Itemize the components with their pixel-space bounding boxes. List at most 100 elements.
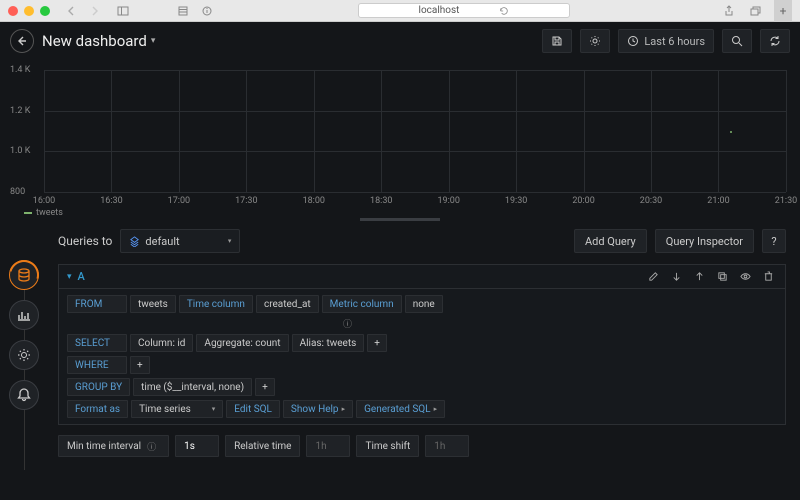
- format-value: Time series: [139, 404, 191, 415]
- kw-from: FROM: [67, 295, 127, 313]
- save-dashboard-button[interactable]: [542, 29, 572, 53]
- query-rows: FROM tweets Time column created_at Metri…: [59, 289, 785, 424]
- chevron-down-icon: ▾: [228, 237, 232, 245]
- refresh-button[interactable]: [760, 29, 790, 53]
- row-format: Format as Time series ▾ Edit SQL Show He…: [59, 398, 785, 420]
- query-footer: Min time interval ⓘ 1s Relative time 1h …: [58, 435, 786, 457]
- show-help-button[interactable]: Show Help▸: [283, 400, 353, 418]
- back-button[interactable]: [10, 29, 34, 53]
- address-bar[interactable]: localhost: [222, 3, 706, 18]
- sidebar-toggle-icon[interactable]: [114, 5, 132, 17]
- rail-visualization-button[interactable]: [9, 300, 39, 330]
- query-header: ▾ A: [59, 265, 785, 289]
- queries-header: Queries to default ▾ Add Query Query Ins…: [58, 226, 786, 256]
- format-select[interactable]: Time series ▾: [131, 400, 223, 418]
- datasource-name: default: [145, 235, 179, 248]
- select-column[interactable]: Column: id: [130, 334, 193, 352]
- groupby-expr[interactable]: time ($__interval, none): [133, 378, 252, 396]
- privacy-report-icon[interactable]: [198, 5, 216, 17]
- select-aggregate[interactable]: Aggregate: count: [196, 334, 288, 352]
- ytick: 1.4 K: [10, 65, 30, 75]
- chevron-down-icon: ▾: [212, 405, 216, 413]
- info-icon[interactable]: ⓘ: [343, 320, 352, 330]
- xtick: 21:00: [707, 196, 729, 206]
- queries-to-label: Queries to: [58, 234, 112, 248]
- nav-back-button[interactable]: [62, 5, 80, 17]
- timerange-button[interactable]: Last 6 hours: [618, 29, 714, 53]
- reader-icon[interactable]: [174, 5, 192, 17]
- row-groupby: GROUP BY time ($__interval, none) +: [59, 376, 785, 398]
- relative-time-input[interactable]: 1h: [306, 435, 350, 457]
- time-column-value[interactable]: created_at: [256, 295, 319, 313]
- edit-icon[interactable]: [645, 267, 662, 286]
- close-window-icon[interactable]: [8, 6, 18, 16]
- xtick: 19:00: [437, 196, 459, 206]
- query-block: ▾ A FROM tweets Time column created_: [58, 264, 786, 425]
- time-shift-label: Time shift: [356, 435, 419, 457]
- browser-chrome: localhost +: [0, 0, 800, 22]
- metric-column-kw: Metric column: [322, 295, 402, 313]
- min-interval-value[interactable]: 1s: [175, 435, 219, 457]
- nav-fwd-button[interactable]: [86, 5, 104, 17]
- relative-time-label: Relative time: [225, 435, 300, 457]
- reload-icon[interactable]: [499, 6, 509, 16]
- traffic-lights: [8, 6, 50, 16]
- xtick: 20:30: [640, 196, 662, 206]
- zoom-window-icon[interactable]: [40, 6, 50, 16]
- metric-column-value[interactable]: none: [405, 295, 443, 313]
- groupby-add-button[interactable]: +: [255, 378, 275, 396]
- queries-help-button[interactable]: ?: [762, 229, 786, 253]
- row-select: SELECT Column: id Aggregate: count Alias…: [59, 332, 785, 354]
- legend-swatch: [24, 212, 32, 214]
- chart-plot-area[interactable]: 1.4 K 1.2 K 1.0 K 800 16:00 16:30 17:00 …: [44, 70, 786, 192]
- zoom-out-button[interactable]: [722, 29, 752, 53]
- where-add-button[interactable]: +: [130, 356, 150, 374]
- query-inspector-button[interactable]: Query Inspector: [655, 229, 754, 253]
- ytick: 800: [10, 187, 25, 197]
- editor-rail: [0, 222, 48, 500]
- rail-queries-button[interactable]: [9, 260, 39, 290]
- datasource-select[interactable]: default ▾: [120, 229, 240, 253]
- tabs-icon[interactable]: [746, 5, 764, 17]
- select-add-button[interactable]: +: [367, 334, 387, 352]
- url-text: localhost: [419, 5, 460, 16]
- move-down-icon[interactable]: [668, 267, 685, 286]
- time-column-kw: Time column: [179, 295, 253, 313]
- dashboard-settings-button[interactable]: [580, 29, 610, 53]
- xtick: 18:30: [370, 196, 392, 206]
- kw-where: WHERE: [67, 356, 127, 374]
- generated-sql-button[interactable]: Generated SQL▸: [356, 400, 445, 418]
- rail-general-settings-button[interactable]: [9, 340, 39, 370]
- edit-sql-button[interactable]: Edit SQL: [226, 400, 280, 418]
- time-shift-input[interactable]: 1h: [425, 435, 469, 457]
- ytick: 1.0 K: [10, 146, 30, 156]
- xtick: 18:00: [303, 196, 325, 206]
- dashboard-title[interactable]: New dashboard ▾: [42, 32, 155, 50]
- select-alias[interactable]: Alias: tweets: [292, 334, 365, 352]
- minimize-window-icon[interactable]: [24, 6, 34, 16]
- data-point: [730, 131, 732, 133]
- move-up-icon[interactable]: [691, 267, 708, 286]
- new-tab-button[interactable]: +: [774, 0, 792, 22]
- xtick: 17:00: [168, 196, 190, 206]
- from-table[interactable]: tweets: [130, 295, 176, 313]
- share-icon[interactable]: [720, 5, 738, 17]
- delete-icon[interactable]: [760, 267, 777, 286]
- add-query-button[interactable]: Add Query: [574, 229, 647, 253]
- xtick: 20:00: [572, 196, 594, 206]
- xtick: 17:30: [235, 196, 257, 206]
- legend[interactable]: tweets: [24, 208, 63, 218]
- query-letter: A: [78, 270, 85, 283]
- timerange-label: Last 6 hours: [644, 35, 705, 48]
- rail-alert-button[interactable]: [9, 380, 39, 410]
- toggle-visibility-icon[interactable]: [737, 267, 754, 286]
- xtick: 19:30: [505, 196, 527, 206]
- kw-format: Format as: [67, 400, 128, 418]
- scrollbar-hint[interactable]: [360, 218, 440, 221]
- xtick: 16:00: [33, 196, 55, 206]
- collapse-toggle[interactable]: ▾: [67, 272, 72, 282]
- duplicate-icon[interactable]: [714, 267, 731, 286]
- chevron-down-icon: ▾: [151, 36, 156, 46]
- xtick: 16:30: [100, 196, 122, 206]
- info-icon[interactable]: ⓘ: [147, 440, 156, 453]
